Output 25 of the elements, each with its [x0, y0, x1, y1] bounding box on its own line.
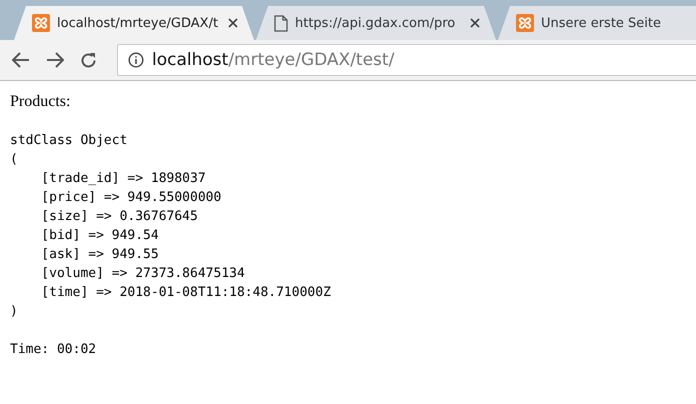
- back-icon[interactable]: [12, 52, 30, 68]
- output-line: stdClass Object: [10, 132, 128, 150]
- close-icon[interactable]: [228, 18, 238, 28]
- output-line: (: [10, 151, 18, 169]
- reload-icon[interactable]: [80, 52, 97, 68]
- page-icon: [274, 14, 288, 32]
- output-line: [ask] => 949.55: [40, 246, 159, 264]
- browser-tab[interactable]: Unsere erste Seite: [498, 6, 696, 40]
- output-line: [size] => 0.36767645: [40, 208, 198, 226]
- elapsed-time: Time: 00:02: [10, 341, 96, 359]
- info-icon[interactable]: [128, 52, 144, 68]
- browser-tab[interactable]: https://api.gdax.com/pro: [256, 6, 496, 40]
- output-line: [price] => 949.55000000: [40, 189, 222, 207]
- address-field[interactable]: localhost/mrteye/GDAX/test/: [117, 44, 696, 76]
- app-icon: [516, 14, 534, 32]
- app-icon: [32, 14, 50, 32]
- output-line: [trade_id] => 1898037: [40, 170, 206, 188]
- output-line: [bid] => 949.54: [40, 227, 159, 245]
- close-icon[interactable]: [470, 18, 480, 28]
- page-heading: Products:: [10, 93, 72, 111]
- output-line: [volume] => 27373.86475134: [40, 265, 245, 283]
- forward-icon[interactable]: [46, 52, 64, 68]
- output-line: ): [10, 303, 18, 321]
- output-line: [time] => 2018-01-08T11:18:48.710000Z: [40, 284, 331, 302]
- browser-tab[interactable]: localhost/mrteye/GDAX/t: [14, 6, 254, 40]
